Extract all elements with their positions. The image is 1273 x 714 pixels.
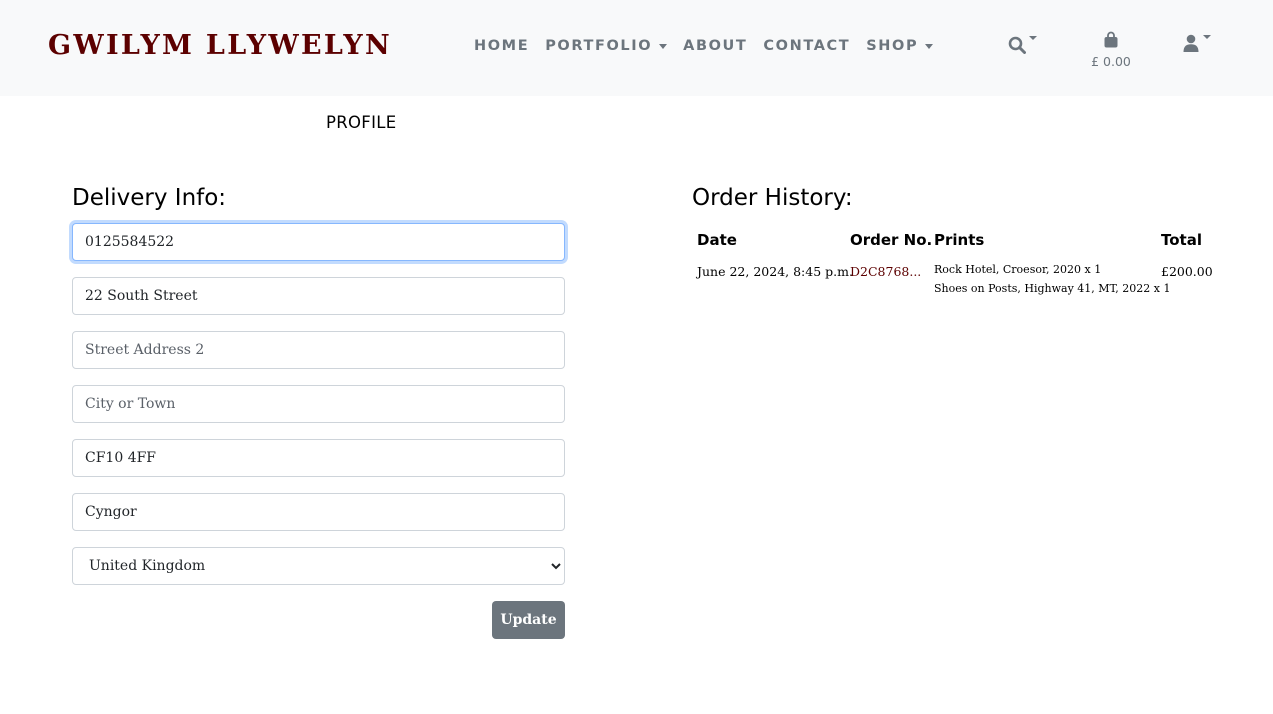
order-total: £200.00 <box>1161 264 1213 279</box>
update-button[interactable]: Update <box>492 601 565 639</box>
column-header-total: Total <box>1161 231 1202 249</box>
order-history-title: Order History: <box>692 185 853 211</box>
brand-logo[interactable]: GWILYM LLYWELYN <box>48 30 392 61</box>
column-header-order-no: Order No. <box>850 231 933 249</box>
nav-about[interactable]: ABOUT <box>683 38 747 54</box>
order-print-item: Shoes on Posts, Highway 41, MT, 2022 x 1 <box>934 282 1171 295</box>
nav-shop-label: SHOP <box>866 38 919 54</box>
order-print-item: Rock Hotel, Croesor, 2020 x 1 <box>934 263 1102 276</box>
chevron-down-icon <box>659 43 668 49</box>
navbar: GWILYM LLYWELYN HOME PORTFOLIO ABOUT CON… <box>0 0 1273 96</box>
column-header-date: Date <box>697 231 737 249</box>
country-select[interactable]: United Kingdom <box>72 547 565 585</box>
shopping-bag-button[interactable]: £ 0.00 <box>1090 31 1132 69</box>
county-field[interactable] <box>72 493 565 531</box>
chevron-down-icon <box>925 43 934 49</box>
account-menu-button[interactable] <box>1183 34 1211 57</box>
street-address-1-field[interactable] <box>72 277 565 315</box>
nav-contact-label: CONTACT <box>763 38 851 54</box>
order-number-link[interactable]: D2C8768... <box>850 264 921 279</box>
bag-total: £ 0.00 <box>1091 54 1131 69</box>
search-button[interactable] <box>1008 36 1037 59</box>
nav-portfolio[interactable]: PORTFOLIO <box>545 38 668 54</box>
nav-shop[interactable]: SHOP <box>866 38 934 54</box>
nav-portfolio-label: PORTFOLIO <box>545 38 653 54</box>
page-title: PROFILE <box>326 113 397 132</box>
city-field[interactable] <box>72 385 565 423</box>
nav-about-label: ABOUT <box>683 38 748 54</box>
order-date: June 22, 2024, 8:45 p.m. <box>697 264 853 279</box>
street-address-2-field[interactable] <box>72 331 565 369</box>
chevron-down-icon <box>1203 35 1211 39</box>
nav-contact[interactable]: CONTACT <box>763 38 850 54</box>
search-icon <box>1008 36 1026 54</box>
user-icon <box>1183 34 1199 52</box>
delivery-info-title: Delivery Info: <box>72 185 227 211</box>
nav-home[interactable]: HOME <box>474 38 529 54</box>
phone-number-field[interactable] <box>72 223 565 261</box>
postcode-field[interactable] <box>72 439 565 477</box>
column-header-prints: Prints <box>934 231 985 249</box>
chevron-down-icon <box>1029 36 1037 40</box>
shopping-bag-icon <box>1104 31 1118 48</box>
nav-home-label: HOME <box>474 38 530 54</box>
main-nav: HOME PORTFOLIO ABOUT CONTACT SHOP <box>474 38 934 54</box>
